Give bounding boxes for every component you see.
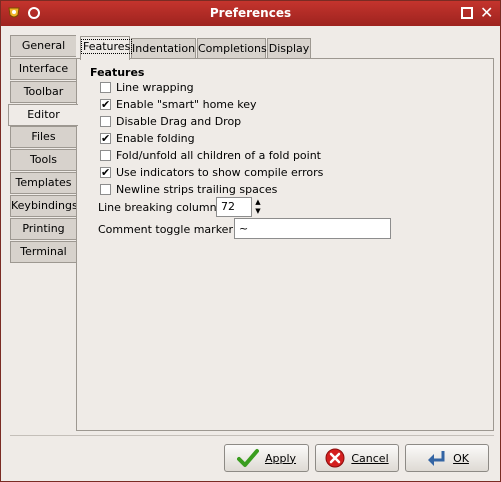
checkbox[interactable]: ✔ — [100, 98, 111, 110]
cancel-label: Cancel — [351, 451, 389, 465]
tab-features-label: Features — [81, 39, 133, 54]
tab-display[interactable]: Display — [267, 38, 311, 59]
title-bar[interactable]: Preferences ✕ — [1, 1, 500, 26]
tab-completions[interactable]: Completions — [197, 38, 267, 59]
separator — [10, 435, 494, 436]
option-label: Enable "smart" home key — [116, 97, 257, 111]
enter-arrow-icon — [428, 451, 445, 466]
option-label: Enable folding — [116, 131, 195, 145]
option-label: Use indicators to show compile errors — [116, 165, 324, 179]
sidebar-tab-general[interactable]: General — [10, 35, 76, 57]
option-smart-home-key[interactable]: ✔ Enable "smart" home key — [100, 97, 257, 111]
comment-toggle-input[interactable]: ~ — [234, 218, 391, 239]
features-heading: Features — [90, 66, 145, 79]
spin-up-icon[interactable]: ▲ — [254, 198, 262, 207]
spin-down-icon[interactable]: ▼ — [254, 207, 262, 216]
sidebar-tab-editor[interactable]: Editor — [8, 104, 78, 126]
option-line-wrapping[interactable]: Line wrapping — [100, 80, 194, 94]
checkbox[interactable] — [100, 149, 111, 161]
cancel-icon — [325, 448, 345, 468]
checkbox[interactable]: ✔ — [100, 166, 111, 178]
option-enable-folding[interactable]: ✔ Enable folding — [100, 131, 195, 145]
line-breaking-input[interactable]: 72 — [216, 197, 252, 217]
sidebar-tab-keybindings[interactable]: Keybindings — [10, 195, 78, 217]
option-label: Fold/unfold all children of a fold point — [116, 148, 321, 162]
checkbox[interactable] — [100, 81, 111, 93]
sidebar-tab-toolbar[interactable]: Toolbar — [10, 81, 76, 103]
option-newline-strips-spaces[interactable]: Newline strips trailing spaces — [100, 182, 277, 196]
checkbox[interactable]: ✔ — [100, 132, 111, 144]
ok-button[interactable]: OK — [405, 444, 489, 472]
option-label: Newline strips trailing spaces — [116, 182, 278, 196]
option-compile-error-indicators[interactable]: ✔ Use indicators to show compile errors — [100, 165, 323, 179]
comment-toggle-label: Comment toggle marker: — [98, 223, 237, 236]
checkmark-icon — [236, 449, 259, 467]
option-label: Line wrapping — [116, 80, 194, 94]
cancel-button[interactable]: Cancel — [315, 444, 399, 472]
tab-indentation[interactable]: Indentation — [131, 38, 196, 59]
checkbox[interactable] — [100, 115, 111, 127]
sidebar-tab-printing[interactable]: Printing — [10, 218, 76, 240]
sidebar-tab-files[interactable]: Files — [10, 126, 76, 148]
tab-features[interactable]: Features — [80, 36, 133, 60]
checkbox[interactable] — [100, 183, 111, 195]
apply-label: Apply — [264, 451, 297, 465]
window-title: Preferences — [209, 6, 292, 20]
sidebar-tab-terminal[interactable]: Terminal — [10, 241, 76, 263]
maximize-icon[interactable] — [461, 7, 473, 19]
sidebar-tab-interface[interactable]: Interface — [10, 58, 76, 80]
preferences-window: Preferences ✕ General Interface Toolbar … — [0, 0, 501, 482]
option-disable-drag-drop[interactable]: Disable Drag and Drop — [100, 114, 241, 128]
apply-button[interactable]: Apply — [224, 444, 309, 472]
sidebar-tab-tools[interactable]: Tools — [10, 149, 76, 171]
close-icon[interactable]: ✕ — [480, 4, 493, 22]
line-breaking-label: Line breaking column: — [98, 201, 221, 214]
sidebar-tab-templates[interactable]: Templates — [10, 172, 76, 194]
option-label: Disable Drag and Drop — [116, 114, 242, 128]
option-fold-children[interactable]: Fold/unfold all children of a fold point — [100, 148, 321, 162]
ok-label: OK — [453, 451, 469, 465]
